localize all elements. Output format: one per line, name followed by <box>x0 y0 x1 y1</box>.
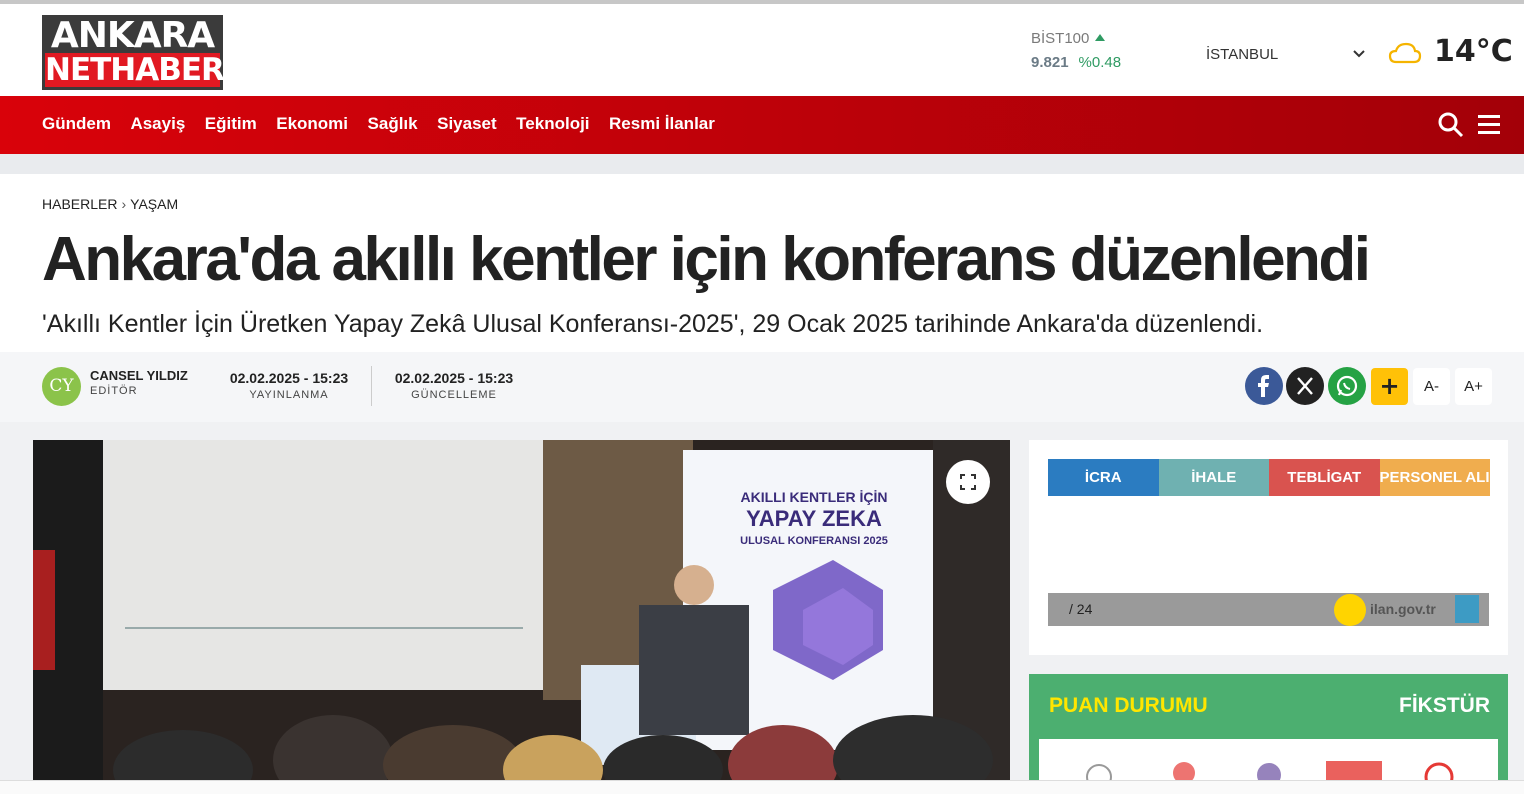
main-nav: Gündem Asayiş Eğitim Ekonomi Sağlık Siya… <box>0 96 1524 154</box>
whatsapp-icon <box>1336 375 1358 397</box>
nav-item-teknoloji[interactable]: Teknoloji <box>516 114 589 134</box>
press-agency-logo-icon <box>1455 595 1479 623</box>
bottom-bar <box>0 780 1524 794</box>
breadcrumb-separator-icon: › <box>121 196 127 212</box>
avatar[interactable]: CY <box>42 367 81 406</box>
article-photo[interactable]: AKILLI KENTLER İÇİN YAPAY ZEKA ULUSAL KO… <box>33 440 1010 785</box>
nav-item-ekonomi[interactable]: Ekonomi <box>276 114 348 134</box>
divider <box>371 366 372 406</box>
ilan-widget: İCRA İHALE TEBLİGAT PERSONEL ALIMI / 24 … <box>1029 440 1508 655</box>
x-share-button[interactable] <box>1286 367 1324 405</box>
article-subtitle: 'Akıllı Kentler İçin Üretken Yapay Zekâ … <box>42 310 1264 338</box>
standings-widget: PUAN DURUMU FİKSTÜR <box>1029 674 1508 794</box>
article-title: Ankara'da akıllı kentler için konferans … <box>42 225 1371 294</box>
updated-label: GÜNCELLEME <box>411 389 497 401</box>
breadcrumb-home[interactable]: HABERLER <box>42 196 117 212</box>
fullscreen-button[interactable] <box>946 460 990 504</box>
bist-value: 9.821 <box>1031 54 1069 71</box>
banner-line1: AKILLI KENTLER İÇİN <box>740 489 888 505</box>
tab-icra[interactable]: İCRA <box>1048 459 1159 496</box>
updated-info: 02.02.2025 - 15:23 GÜNCELLEME <box>387 370 521 401</box>
bist-label: BİST100 <box>1031 30 1090 47</box>
ilan-tabs: İCRA İHALE TEBLİGAT PERSONEL ALIMI <box>1048 459 1490 496</box>
updated-date: 02.02.2025 - 15:23 <box>394 370 514 386</box>
facebook-icon <box>1258 375 1269 397</box>
site-header: ANKARA NETHABER BİST100 9.821 %0.48 İSTAN… <box>0 4 1524 96</box>
published-info: 02.02.2025 - 15:23 YAYINLANMA <box>222 370 356 401</box>
chevron-down-icon[interactable] <box>1352 46 1366 62</box>
banner-line2: YAPAY ZEKA <box>746 506 882 531</box>
nav-item-gundem[interactable]: Gündem <box>42 114 111 134</box>
banner-line3: ULUSAL KONFERANSI 2025 <box>740 535 888 547</box>
fixture-link[interactable]: FİKSTÜR <box>1399 694 1490 718</box>
font-smaller-button[interactable]: A- <box>1413 368 1450 405</box>
author-info[interactable]: CANSEL YILDIZ EDİTÖR <box>90 368 188 397</box>
spacer <box>0 154 1524 174</box>
tab-personel-alimi[interactable]: PERSONEL ALIMI <box>1379 459 1490 496</box>
tab-ihale[interactable]: İHALE <box>1158 459 1269 496</box>
facebook-share-button[interactable] <box>1245 367 1283 405</box>
tab-tebligat[interactable]: TEBLİGAT <box>1269 459 1380 496</box>
x-icon <box>1297 377 1313 395</box>
logo-line2: NETHABER <box>45 52 225 88</box>
published-label: YAYINLANMA <box>249 389 329 401</box>
expand-icon <box>960 474 976 490</box>
content-area: AKILLI KENTLER İÇİN YAPAY ZEKA ULUSAL KO… <box>0 422 1524 794</box>
ilan-brand[interactable]: ilan.gov.tr <box>1370 601 1436 617</box>
nav-item-egitim[interactable]: Eğitim <box>205 114 257 134</box>
ilan-logo-icon <box>1334 594 1366 626</box>
cloud-sun-icon <box>1388 40 1422 71</box>
article-meta: CY CANSEL YILDIZ EDİTÖR 02.02.2025 - 15:… <box>0 352 1524 422</box>
ilan-pagination-bar: / 24 ilan.gov.tr <box>1048 593 1489 626</box>
nav-item-siyaset[interactable]: Siyaset <box>437 114 497 134</box>
bist-ticker[interactable]: BİST100 9.821 %0.48 <box>1031 30 1121 71</box>
up-arrow-icon <box>1095 34 1106 41</box>
nav-item-saglik[interactable]: Sağlık <box>368 114 418 134</box>
published-date: 02.02.2025 - 15:23 <box>229 370 349 386</box>
author-role: EDİTÖR <box>90 385 138 397</box>
logo-line1: ANKARA <box>50 15 215 56</box>
font-larger-button[interactable]: A+ <box>1455 368 1492 405</box>
author-name: CANSEL YILDIZ <box>90 368 188 383</box>
whatsapp-share-button[interactable] <box>1328 367 1366 405</box>
breadcrumb-section[interactable]: YAŞAM <box>130 196 178 212</box>
bist-change: %0.48 <box>1078 54 1122 71</box>
temperature: 14°C <box>1434 34 1513 69</box>
more-share-button[interactable]: + <box>1371 368 1408 405</box>
ilan-page-count: / 24 <box>1069 601 1093 617</box>
breadcrumb: HABERLER › YAŞAM <box>42 196 178 212</box>
article-header: HABERLER › YAŞAM Ankara'da akıllı kentler … <box>0 174 1524 352</box>
city-select[interactable]: İSTANBUL <box>1206 46 1278 63</box>
menu-icon[interactable] <box>1477 113 1501 142</box>
nav-item-resmi-ilanlar[interactable]: Resmi İlanlar <box>609 114 715 134</box>
standings-title[interactable]: PUAN DURUMU <box>1049 694 1208 718</box>
nav-item-asayis[interactable]: Asayiş <box>130 114 185 134</box>
site-logo[interactable]: ANKARA NETHABER <box>42 15 225 90</box>
search-icon[interactable] <box>1437 111 1465 144</box>
